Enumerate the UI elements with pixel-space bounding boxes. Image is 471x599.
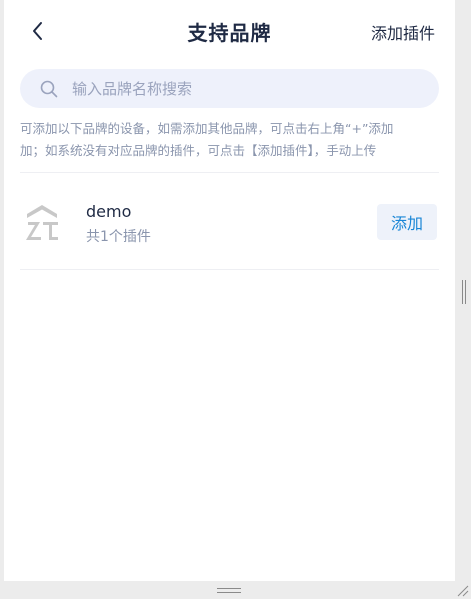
resize-corner-icon[interactable] xyxy=(455,583,469,597)
notice-text: 可添加以下品牌的设备，如需添加其他品牌，可点击右上角“+”添加 加；如系统没有对… xyxy=(20,118,439,162)
divider xyxy=(20,172,439,173)
resize-handle-bottom[interactable] xyxy=(217,588,241,593)
zt-logo-icon xyxy=(26,205,58,240)
notice-line-1: 可添加以下品牌的设备，如需添加其他品牌，可点击右上角“+”添加 xyxy=(20,121,394,136)
chevron-left-icon xyxy=(33,22,42,40)
back-button[interactable] xyxy=(22,15,54,47)
brand-plugin-count: 共1个插件 xyxy=(86,229,151,245)
notice-line-2: 加；如系统没有对应品牌的插件，可点击【添加插件】，手动上传 xyxy=(20,143,377,158)
add-brand-button[interactable]: 添加 xyxy=(377,204,437,240)
header: 支持品牌 添加插件 xyxy=(4,0,455,62)
brand-list-item: demo 共1个插件 添加 xyxy=(20,174,439,269)
search-icon xyxy=(40,80,58,97)
divider xyxy=(20,269,439,270)
resize-handle-right[interactable] xyxy=(462,280,466,304)
add-plugin-button[interactable]: 添加插件 xyxy=(371,20,435,44)
app-window: 支持品牌 添加插件 可添加以下品牌的设备，如需添加其他品牌，可点击右上角“+”添… xyxy=(4,0,455,581)
search-input[interactable] xyxy=(72,69,439,108)
search-box[interactable] xyxy=(20,69,439,108)
brand-name: demo xyxy=(86,202,132,221)
